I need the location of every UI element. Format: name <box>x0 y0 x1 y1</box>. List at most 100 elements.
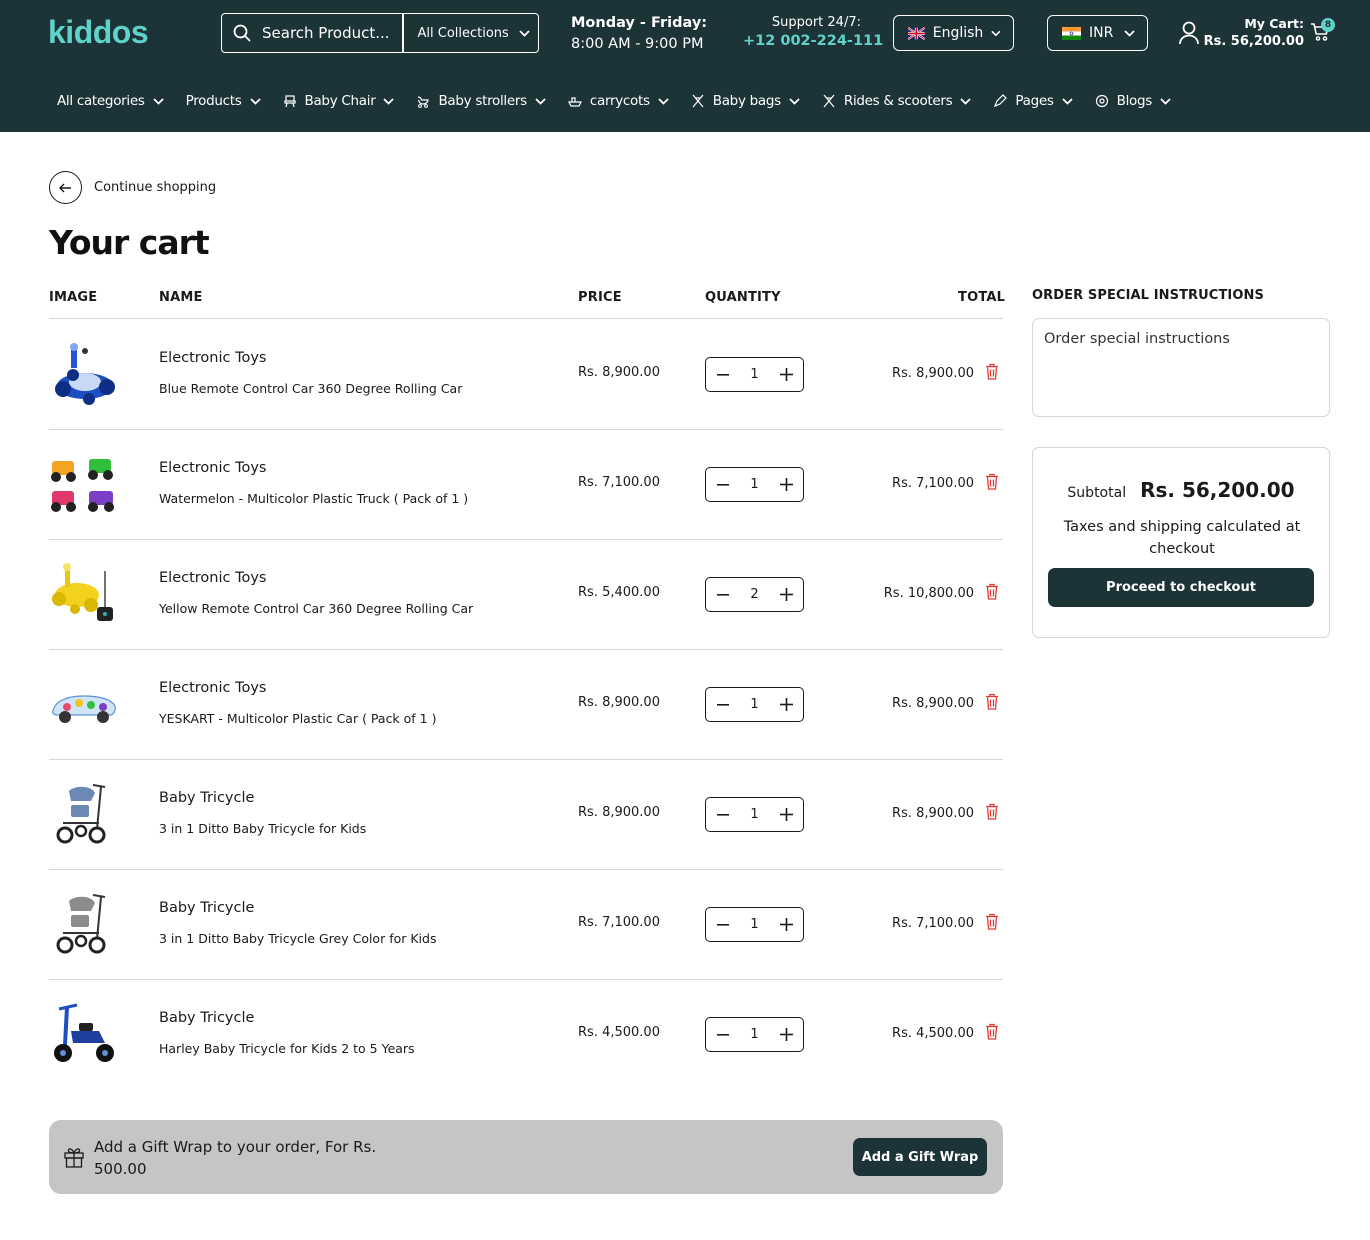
increase-quantity-button[interactable] <box>777 476 795 494</box>
gear-icon <box>1095 94 1108 108</box>
gift-wrap-text: Add a Gift Wrap to your order, For Rs. 5… <box>94 1138 377 1178</box>
product-price: Rs. 8,900.00 <box>578 365 660 380</box>
trash-icon[interactable] <box>985 913 999 934</box>
product-image-blue-rc-car[interactable] <box>49 341 119 407</box>
column-header-name: NAME <box>159 290 203 305</box>
logo[interactable]: kiddos <box>48 14 149 51</box>
increase-quantity-button[interactable] <box>777 806 795 824</box>
collections-dropdown[interactable]: All Collections <box>404 26 530 41</box>
order-instructions-field[interactable]: Order special instructions <box>1032 318 1330 417</box>
increase-quantity-button[interactable] <box>777 1026 795 1044</box>
nav-item-pages[interactable]: Pages <box>993 93 1073 109</box>
product-image-blue-tricycle[interactable] <box>49 781 119 847</box>
line-total: Rs. 10,800.00 <box>883 586 974 601</box>
chevron-down-icon <box>789 97 800 105</box>
product-name[interactable]: Blue Remote Control Car 360 Degree Rolli… <box>159 381 462 396</box>
order-summary: Subtotal Rs. 56,200.00 Taxes and shippin… <box>1032 447 1330 638</box>
add-gift-wrap-button[interactable]: Add a Gift Wrap <box>853 1138 987 1176</box>
cart-summary[interactable]: My Cart: Rs. 56,200.00 <box>1200 15 1304 51</box>
language-label: English <box>932 25 984 41</box>
product-image-multicolor-trucks[interactable] <box>49 451 119 517</box>
decrease-quantity-button[interactable] <box>714 696 732 714</box>
nav-label: Rides & scooters <box>843 93 953 109</box>
product-name[interactable]: 3 in 1 Ditto Baby Tricycle for Kids <box>159 821 366 836</box>
cart-row: Electronic Toys YESKART - Multicolor Pla… <box>49 649 1003 759</box>
support-phone[interactable]: +12 002-224-111 <box>743 32 883 51</box>
nav-item-baby-bags[interactable]: Baby bags <box>691 93 800 109</box>
product-category: Baby Tricycle <box>159 1010 255 1026</box>
continue-shopping-link[interactable]: Continue shopping <box>49 171 216 204</box>
nav-item-products[interactable]: Products <box>186 93 261 109</box>
product-image-transparent-car[interactable] <box>49 671 119 737</box>
quantity-value[interactable]: 1 <box>750 1027 758 1042</box>
product-name[interactable]: Yellow Remote Control Car 360 Degree Rol… <box>159 601 473 616</box>
search-icon[interactable] <box>222 24 262 42</box>
product-category: Electronic Toys <box>159 680 267 696</box>
cart-row: Baby Tricycle 3 in 1 Ditto Baby Tricycle… <box>49 759 1003 869</box>
nav-item-blogs[interactable]: Blogs <box>1095 93 1171 109</box>
nav-item-baby-chair[interactable]: Baby Chair <box>283 93 395 109</box>
increase-quantity-button[interactable] <box>777 916 795 934</box>
increase-quantity-button[interactable] <box>777 696 795 714</box>
line-total: Rs. 8,900.00 <box>892 366 974 381</box>
decrease-quantity-button[interactable] <box>714 806 732 824</box>
trash-icon[interactable] <box>985 693 999 714</box>
product-name[interactable]: Watermelon - Multicolor Plastic Truck ( … <box>159 491 468 506</box>
chevron-down-icon <box>991 30 1001 36</box>
quantity-value[interactable]: 1 <box>750 367 758 382</box>
quantity-stepper: 1 <box>705 907 804 942</box>
product-category: Electronic Toys <box>159 570 267 586</box>
checkout-button[interactable]: Proceed to checkout <box>1048 568 1314 607</box>
chevron-down-icon <box>1061 97 1073 105</box>
subtotal-label: Subtotal <box>1067 485 1127 501</box>
pen-icon <box>994 94 1008 108</box>
product-image-grey-tricycle[interactable] <box>49 891 119 957</box>
quantity-stepper: 2 <box>705 577 804 612</box>
currency-selector[interactable]: INR <box>1047 15 1148 51</box>
increase-quantity-button[interactable] <box>777 366 795 384</box>
product-price: Rs. 7,100.00 <box>578 915 660 930</box>
decrease-quantity-button[interactable] <box>714 916 732 934</box>
quantity-value[interactable]: 2 <box>750 587 758 602</box>
uk-flag-icon <box>908 26 925 40</box>
decrease-quantity-button[interactable] <box>714 366 732 384</box>
chevron-down-icon <box>535 97 546 105</box>
nav-item-carrycots[interactable]: carrycots <box>567 93 669 109</box>
product-image-yellow-rc-car[interactable] <box>49 561 119 627</box>
cart-row: Electronic Toys Watermelon - Multicolor … <box>49 429 1003 539</box>
product-image-harley-tricycle[interactable] <box>49 1001 119 1067</box>
nav-label: Baby Chair <box>304 93 376 109</box>
trash-icon[interactable] <box>985 583 999 604</box>
chevron-down-icon <box>383 97 395 105</box>
trash-icon[interactable] <box>985 803 999 824</box>
increase-quantity-button[interactable] <box>777 586 795 604</box>
decrease-quantity-button[interactable] <box>714 476 732 494</box>
trash-icon[interactable] <box>985 473 999 494</box>
product-name[interactable]: YESKART - Multicolor Plastic Car ( Pack … <box>159 711 436 726</box>
continue-shopping-label: Continue shopping <box>94 180 217 195</box>
nav-item-all-categories[interactable]: All categories <box>57 93 164 109</box>
chevron-down-icon <box>519 29 530 37</box>
search-bar[interactable]: Search Product... All Collections <box>221 13 539 53</box>
product-name[interactable]: 3 in 1 Ditto Baby Tricycle Grey Color fo… <box>159 931 436 946</box>
user-icon[interactable] <box>1178 21 1200 49</box>
quantity-stepper: 1 <box>705 357 804 392</box>
decrease-quantity-button[interactable] <box>714 586 732 604</box>
decrease-quantity-button[interactable] <box>714 1026 732 1044</box>
language-selector[interactable]: English <box>893 15 1014 51</box>
quantity-value[interactable]: 1 <box>750 697 758 712</box>
quantity-value[interactable]: 1 <box>750 917 758 932</box>
quantity-value[interactable]: 1 <box>750 807 758 822</box>
cart-row: Electronic Toys Yellow Remote Control Ca… <box>49 539 1003 649</box>
quantity-value[interactable]: 1 <box>750 477 758 492</box>
trash-icon[interactable] <box>985 1023 999 1044</box>
product-name[interactable]: Harley Baby Tricycle for Kids 2 to 5 Yea… <box>159 1041 415 1056</box>
nav-item-baby-strollers[interactable]: Baby strollers <box>416 93 546 109</box>
gift-wrap-banner: Add a Gift Wrap to your order, For Rs. 5… <box>49 1120 1003 1194</box>
chevron-down-icon <box>658 97 669 105</box>
tax-note: Taxes and shipping calculated at checkou… <box>1063 519 1301 557</box>
carrycot-icon <box>567 97 582 107</box>
trash-icon[interactable] <box>985 363 999 384</box>
nav-item-rides-scooters[interactable]: Rides & scooters <box>822 93 972 109</box>
search-input[interactable]: Search Product... <box>262 24 402 42</box>
